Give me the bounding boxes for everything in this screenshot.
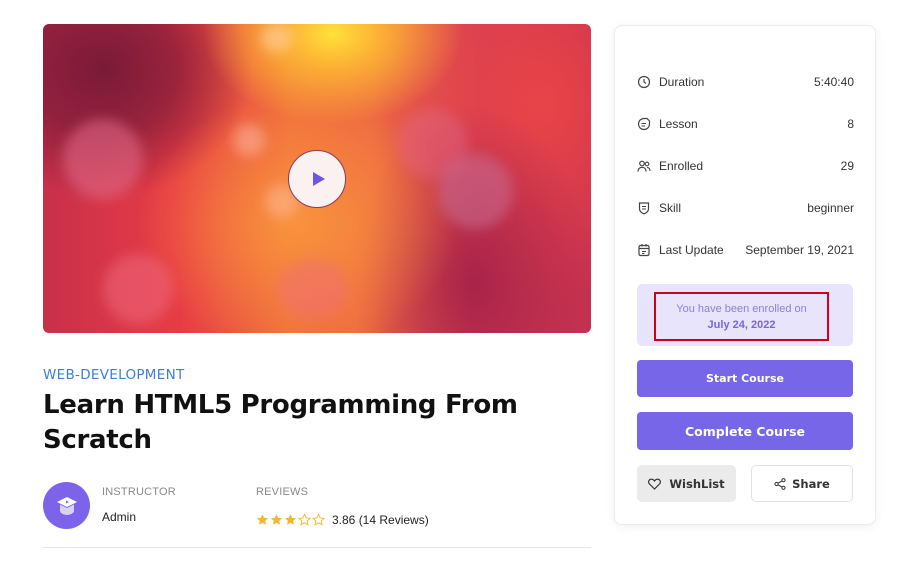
share-button[interactable]: Share bbox=[751, 465, 853, 502]
info-label: Enrolled bbox=[659, 159, 704, 173]
info-label: Duration bbox=[659, 75, 705, 89]
info-label: Skill bbox=[659, 201, 682, 215]
enrollment-text: You have been enrolled on bbox=[676, 302, 807, 315]
info-value: 8 bbox=[847, 117, 854, 131]
info-value: 5:40:40 bbox=[813, 75, 854, 89]
bokeh-decoration bbox=[278, 259, 348, 319]
info-label: Last Update bbox=[659, 243, 724, 257]
enrollment-highlight: You have been enrolled on July 24, 2022 bbox=[654, 292, 829, 341]
info-value: September 19, 2021 bbox=[745, 243, 854, 257]
bokeh-decoration bbox=[261, 24, 293, 52]
instructor-name[interactable]: Admin bbox=[102, 510, 136, 524]
info-row-enrolled: Enrolled 29 bbox=[637, 156, 854, 176]
course-video[interactable] bbox=[43, 24, 591, 333]
play-button[interactable] bbox=[288, 150, 346, 208]
star-filled-icon bbox=[270, 514, 283, 525]
star-filled-icon bbox=[256, 514, 269, 525]
bokeh-decoration bbox=[233, 124, 265, 156]
wishlist-button[interactable]: WishList bbox=[637, 465, 736, 502]
bokeh-decoration bbox=[103, 254, 173, 324]
info-row-duration: Duration 5:40:40 bbox=[637, 72, 854, 92]
info-row-last-update: Last Update September 19, 2021 bbox=[637, 240, 854, 260]
clock-icon bbox=[637, 75, 651, 89]
star-filled-icon bbox=[284, 514, 297, 525]
course-category[interactable]: WEB-DEVELOPMENT bbox=[43, 367, 185, 383]
graduation-cap-icon bbox=[56, 496, 77, 515]
start-course-button[interactable]: Start Course bbox=[637, 360, 853, 397]
instructor-label: INSTRUCTOR bbox=[102, 486, 176, 498]
course-sidebar-card: Duration 5:40:40 Lesson 8 Enrolled 29 Sk… bbox=[614, 25, 876, 525]
lesson-icon bbox=[637, 117, 651, 131]
wishlist-label: WishList bbox=[669, 476, 725, 491]
instructor-avatar[interactable] bbox=[43, 482, 90, 529]
play-icon bbox=[313, 172, 325, 186]
shield-icon bbox=[637, 201, 651, 215]
info-value: 29 bbox=[840, 159, 854, 173]
complete-course-button[interactable]: Complete Course bbox=[637, 412, 853, 450]
rating-stars bbox=[256, 513, 325, 526]
info-row-lesson: Lesson 8 bbox=[637, 114, 854, 134]
bokeh-decoration bbox=[63, 119, 143, 199]
star-empty-icon bbox=[312, 513, 325, 526]
heart-icon bbox=[648, 478, 662, 490]
rating-text: 3.86 (14 Reviews) bbox=[332, 513, 429, 527]
divider bbox=[43, 547, 591, 548]
calendar-icon bbox=[637, 243, 651, 257]
info-value: beginner bbox=[807, 201, 854, 215]
star-empty-icon bbox=[298, 513, 311, 526]
share-label: Share bbox=[792, 476, 830, 491]
reviews-label: REVIEWS bbox=[256, 486, 309, 498]
share-icon bbox=[774, 477, 786, 490]
bokeh-decoration bbox=[438, 154, 513, 229]
users-icon bbox=[637, 159, 651, 173]
enrollment-date: July 24, 2022 bbox=[707, 318, 776, 331]
course-title: Learn HTML5 Programming From Scratch bbox=[43, 390, 518, 455]
enrollment-notice: You have been enrolled on July 24, 2022 bbox=[637, 284, 853, 346]
info-row-skill: Skill beginner bbox=[637, 198, 854, 218]
info-label: Lesson bbox=[659, 117, 698, 131]
